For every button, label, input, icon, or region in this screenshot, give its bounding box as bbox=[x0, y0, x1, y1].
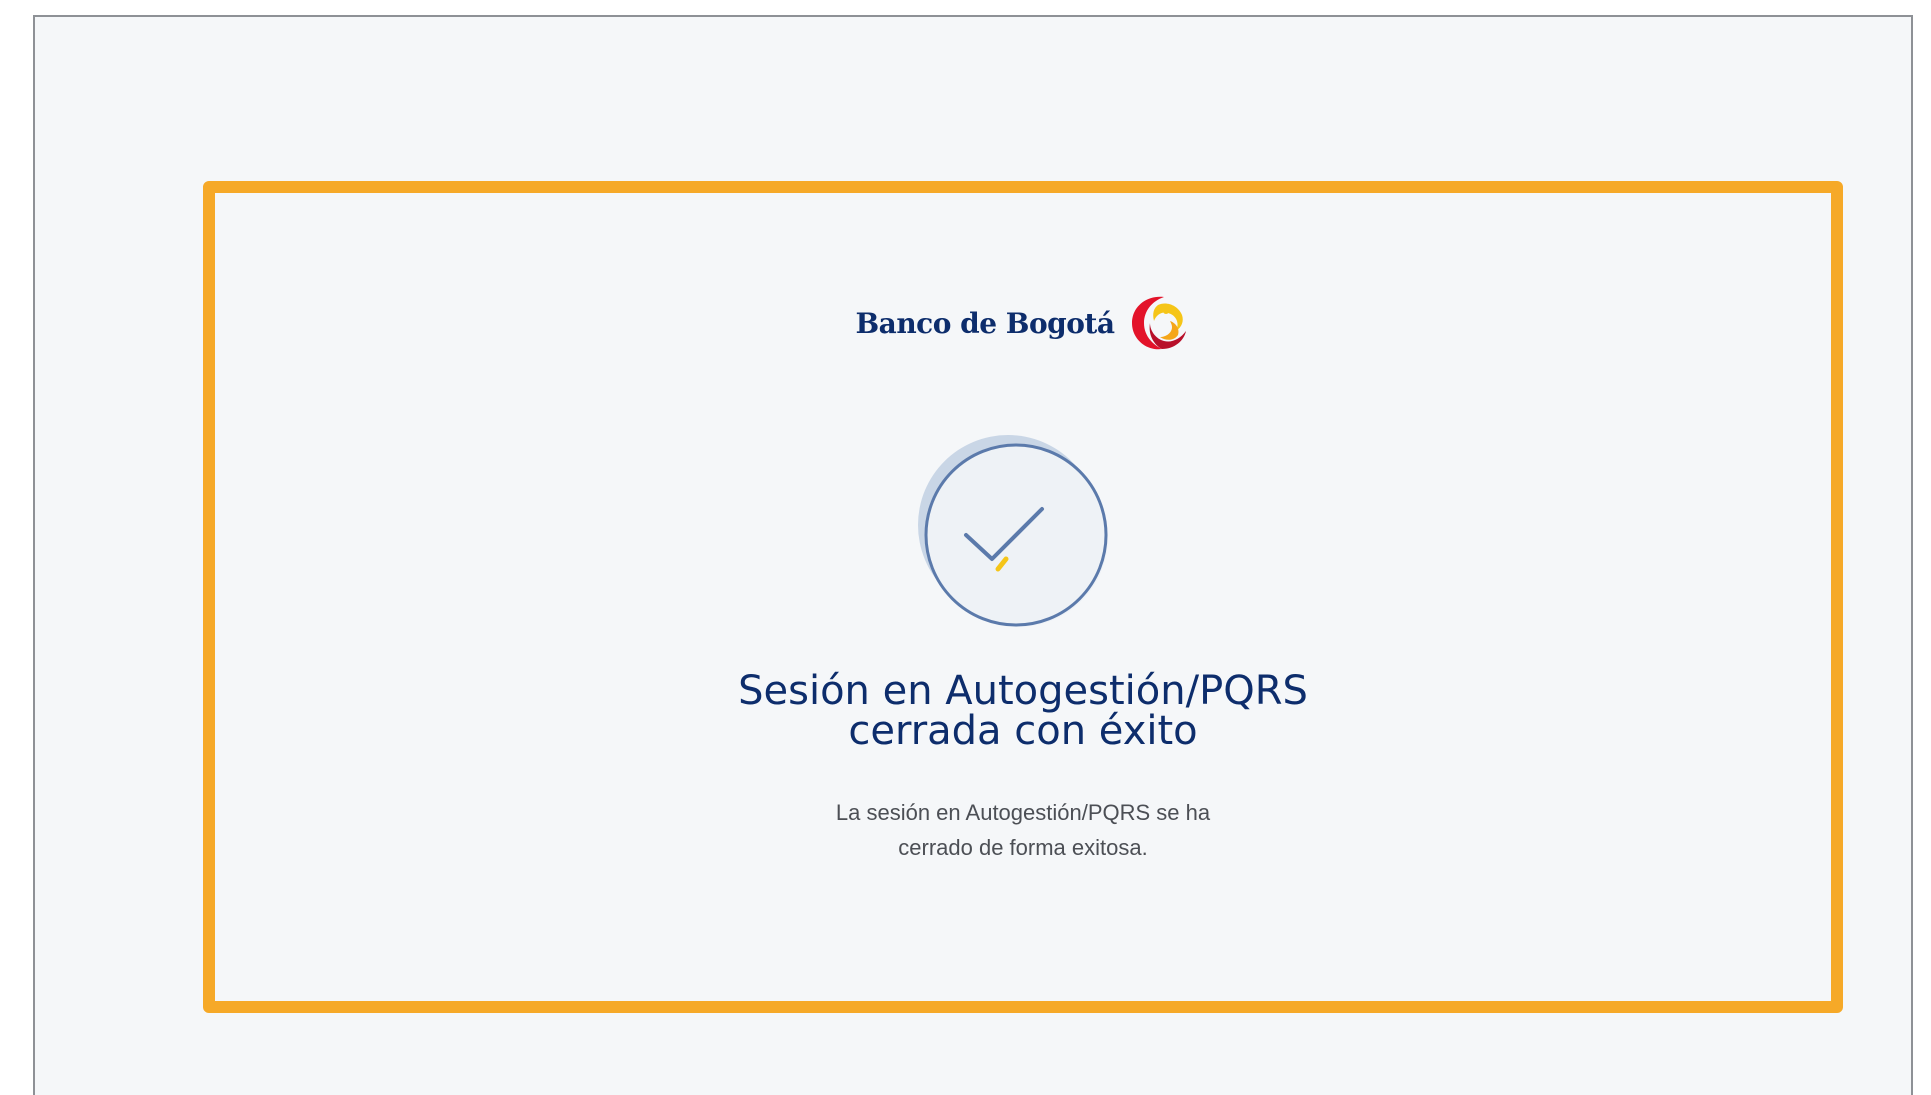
page-frame: Banco de Bogotá Sesión en Autogestión/PQ… bbox=[33, 15, 1913, 1095]
banco-de-bogota-swirl-icon bbox=[1132, 296, 1187, 350]
title-line-2: cerrada con éxito bbox=[848, 708, 1198, 754]
message-line-1: La sesión en Autogestión/PQRS se ha bbox=[835, 800, 1211, 825]
status-message: La sesión en Autogestión/PQRS se ha cerr… bbox=[215, 795, 1831, 865]
page-title: Sesión en Autogestión/PQRS cerrada con é… bbox=[215, 671, 1831, 751]
success-illustration bbox=[215, 429, 1831, 659]
message-line-2: cerrado de forma exitosa. bbox=[898, 835, 1148, 860]
highlighted-panel: Banco de Bogotá Sesión en Autogestión/PQ… bbox=[203, 181, 1843, 1013]
title-line-1: Sesión en Autogestión/PQRS bbox=[738, 668, 1308, 714]
success-check-icon bbox=[918, 435, 1108, 627]
brand-name: Banco de Bogotá bbox=[855, 306, 1115, 340]
brand-logo: Banco de Bogotá bbox=[215, 291, 1831, 355]
